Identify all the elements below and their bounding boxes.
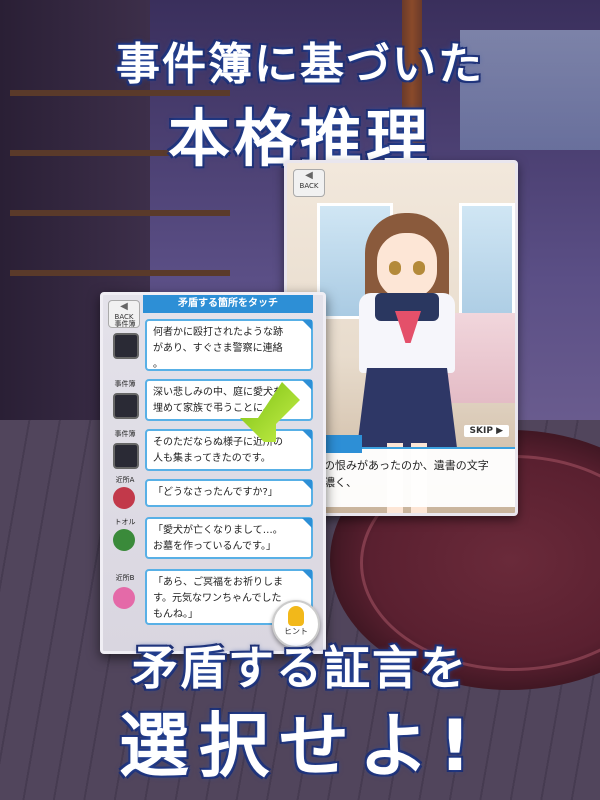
speaker-label: 事件簿 bbox=[114, 380, 136, 388]
bubble-corner-icon bbox=[302, 518, 312, 528]
speaker-label: トオル bbox=[114, 518, 136, 526]
testimony-bubble[interactable]: 「どうなさったんですか?」 bbox=[145, 479, 313, 507]
speaker-label: 近所B bbox=[115, 574, 135, 582]
headline-line1: 事件簿に基づいた bbox=[116, 39, 484, 90]
neighbor-a-avatar bbox=[113, 487, 135, 509]
lightbulb-icon bbox=[288, 606, 304, 626]
speaker-label: 近所A bbox=[115, 476, 135, 484]
casebook-icon bbox=[113, 393, 139, 419]
bubble-corner-icon bbox=[302, 570, 312, 580]
back-arrow-icon: ◀ bbox=[305, 170, 313, 181]
bubble-text: 「愛犬が亡くなりまして…。 bbox=[153, 525, 283, 536]
panel-title: 矛盾する箇所をタッチ bbox=[143, 295, 313, 313]
bubble-text: お墓を作っているんです。」 bbox=[153, 541, 276, 552]
back-arrow-icon: ◀ bbox=[120, 301, 128, 312]
testimony-bubble[interactable]: 何者かに殴打されたような跡 があり、すぐさま警察に連絡 。 bbox=[145, 319, 313, 371]
skip-button[interactable]: SKIP ▶ bbox=[463, 425, 509, 437]
bubble-text: 「どうなさったんですか?」 bbox=[153, 487, 278, 498]
scene-text-line: も濃く、 bbox=[313, 476, 357, 489]
bubble-text: があり、すぐさま警察に連絡 bbox=[153, 343, 283, 354]
headline-line4: 選択せよ! bbox=[119, 705, 481, 787]
testimony-row[interactable]: 近所A 「どうなさったんですか?」 bbox=[103, 476, 323, 509]
eye bbox=[413, 261, 425, 275]
bubble-corner-icon bbox=[302, 320, 312, 330]
shelf bbox=[10, 210, 230, 216]
character-face bbox=[377, 233, 437, 299]
speaker-label: 事件簿 bbox=[114, 320, 136, 328]
scene-window bbox=[459, 203, 515, 329]
tooru-avatar bbox=[113, 529, 135, 551]
scene-text-line: りの恨みがあったのか、遺書の文字 bbox=[313, 459, 489, 472]
bubble-text: そのただならぬ様子に近所の bbox=[153, 437, 283, 448]
bubble-corner-icon bbox=[302, 430, 312, 440]
scene-back-button[interactable]: ◀ BACK bbox=[293, 169, 325, 197]
casebook-icon bbox=[113, 443, 139, 469]
eye bbox=[389, 261, 401, 275]
speaker-label: 事件簿 bbox=[114, 430, 136, 438]
casebook-icon bbox=[113, 333, 139, 359]
bubble-corner-icon bbox=[302, 380, 312, 390]
scene-dialog-text: りの恨みがあったのか、遺書の文字 も濃く、 bbox=[313, 457, 489, 491]
bubble-text: 「あら、ご冥福をお祈りしま bbox=[153, 577, 283, 588]
bubble-text: 何者かに殴打されたような跡 bbox=[153, 327, 283, 338]
bubble-corner-icon bbox=[302, 480, 312, 490]
testimony-row[interactable]: 事件簿 何者かに殴打されたような跡 があり、すぐさま警察に連絡 。 bbox=[103, 319, 323, 371]
shelf bbox=[10, 270, 230, 276]
testimony-row[interactable]: 事件簿 そのただならぬ様子に近所の 人も集まってきたのです。 bbox=[103, 429, 323, 471]
scene-back-label: BACK bbox=[299, 182, 319, 190]
testimony-bubble[interactable]: 「愛犬が亡くなりまして…。 お墓を作っているんです。」 bbox=[145, 517, 313, 559]
neighbor-b-avatar bbox=[113, 587, 135, 609]
testimony-row[interactable]: トオル 「愛犬が亡くなりまして…。 お墓を作っているんです。」 bbox=[103, 517, 323, 561]
bubble-text: 。 bbox=[153, 359, 163, 370]
headline-line3: 矛盾する証言を bbox=[132, 641, 468, 695]
uniform-skirt bbox=[357, 368, 457, 448]
testimony-bubble[interactable]: そのただならぬ様子に近所の 人も集まってきたのです。 bbox=[145, 429, 313, 471]
bubble-text: 人も集まってきたのです。 bbox=[153, 453, 271, 464]
